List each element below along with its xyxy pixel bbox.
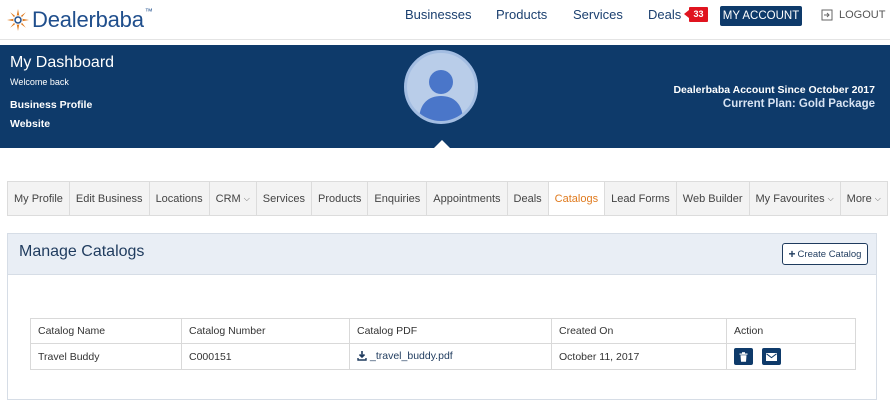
logout-link[interactable]: LOGOUT (821, 9, 885, 21)
create-catalog-button[interactable]: + Create Catalog (782, 243, 868, 265)
nav-services[interactable]: Services (573, 7, 623, 22)
dashboard-hero: My Dashboard Welcome back Business Profi… (0, 45, 890, 148)
tab-web-builder[interactable]: Web Builder (677, 182, 750, 215)
chevron-down-icon: ⌵ (874, 193, 881, 203)
nav-deals[interactable]: Deals (648, 7, 681, 22)
top-navbar: Dealerbaba ™ Businesses Products Service… (0, 0, 890, 40)
tab-my-favourites-label: My Favourites (755, 192, 825, 205)
table-header-row: Catalog Name Catalog Number Catalog PDF … (30, 318, 856, 344)
manage-catalogs-panel: Manage Catalogs + Create Catalog Catalog… (7, 233, 877, 400)
col-catalog-pdf: Catalog PDF (349, 318, 552, 344)
table-row: Travel Buddy C000151 _travel_buddy.pdf O… (30, 343, 856, 370)
cell-catalog-name: Travel Buddy (30, 343, 182, 370)
tab-edit-business[interactable]: Edit Business (70, 182, 150, 215)
hero-pointer (434, 140, 450, 148)
tab-lead-forms[interactable]: Lead Forms (605, 182, 677, 215)
tab-products[interactable]: Products (312, 182, 369, 215)
col-catalog-name: Catalog Name (30, 318, 182, 344)
logo[interactable]: Dealerbaba ™ (6, 6, 153, 34)
current-plan-text: Current Plan: Gold Package (722, 98, 875, 110)
cell-catalog-number: C000151 (181, 343, 350, 370)
user-avatar-icon (419, 70, 463, 121)
tab-more[interactable]: More ⌵ (841, 182, 887, 215)
tab-crm[interactable]: CRM ⌵ (210, 182, 257, 215)
website-link[interactable]: Website (10, 118, 50, 130)
deals-count-badge: 33 (684, 7, 708, 22)
account-since-text: Dealerbaba Account Since October 2017 (673, 84, 875, 96)
trademark: ™ (144, 6, 153, 16)
nav-businesses[interactable]: Businesses (405, 7, 471, 22)
col-created-on: Created On (551, 318, 727, 344)
plus-icon: + (788, 247, 796, 261)
download-icon (357, 350, 367, 361)
chevron-down-icon: ⌵ (243, 193, 250, 203)
envelope-icon (765, 352, 777, 361)
col-catalog-number: Catalog Number (181, 318, 350, 344)
brand-name: Dealerbaba (32, 7, 144, 32)
dashboard-title: My Dashboard (10, 54, 115, 71)
delete-button[interactable] (734, 348, 753, 365)
tab-locations[interactable]: Locations (150, 182, 210, 215)
tab-crm-label: CRM (215, 192, 241, 205)
avatar[interactable] (404, 50, 478, 124)
tab-my-profile[interactable]: My Profile (8, 182, 70, 215)
panel-header: Manage Catalogs + Create Catalog (8, 234, 876, 275)
sunburst-logo-icon (7, 9, 29, 31)
logout-icon (821, 9, 833, 21)
my-account-button[interactable]: MY ACCOUNT (720, 6, 802, 26)
tab-appointments[interactable]: Appointments (427, 182, 508, 215)
tab-enquiries[interactable]: Enquiries (368, 182, 428, 215)
catalogs-table: Catalog Name Catalog Number Catalog PDF … (30, 318, 856, 370)
cell-actions (726, 343, 856, 370)
nav-products[interactable]: Products (496, 7, 547, 22)
catalog-pdf-link[interactable]: _travel_buddy.pdf (357, 350, 453, 362)
tab-services[interactable]: Services (257, 182, 312, 215)
business-profile-link[interactable]: Business Profile (10, 99, 92, 111)
dashboard-tabs: My Profile Edit Business Locations CRM ⌵… (7, 181, 888, 216)
welcome-text: Welcome back (10, 77, 69, 87)
tab-deals[interactable]: Deals (508, 182, 549, 215)
tab-more-label: More (846, 192, 872, 205)
col-action: Action (726, 318, 856, 344)
cell-created-on: October 11, 2017 (551, 343, 727, 370)
logout-label: LOGOUT (839, 9, 886, 21)
tab-my-favourites[interactable]: My Favourites ⌵ (750, 182, 841, 215)
panel-title: Manage Catalogs (19, 243, 145, 260)
tab-catalogs[interactable]: Catalogs (548, 182, 606, 215)
catalog-pdf-name: _travel_buddy.pdf (370, 349, 453, 362)
email-button[interactable] (761, 348, 781, 365)
cell-catalog-pdf: _travel_buddy.pdf (349, 343, 552, 370)
trash-icon (739, 351, 748, 362)
create-catalog-label: Create Catalog (797, 248, 862, 260)
chevron-down-icon: ⌵ (827, 193, 834, 203)
